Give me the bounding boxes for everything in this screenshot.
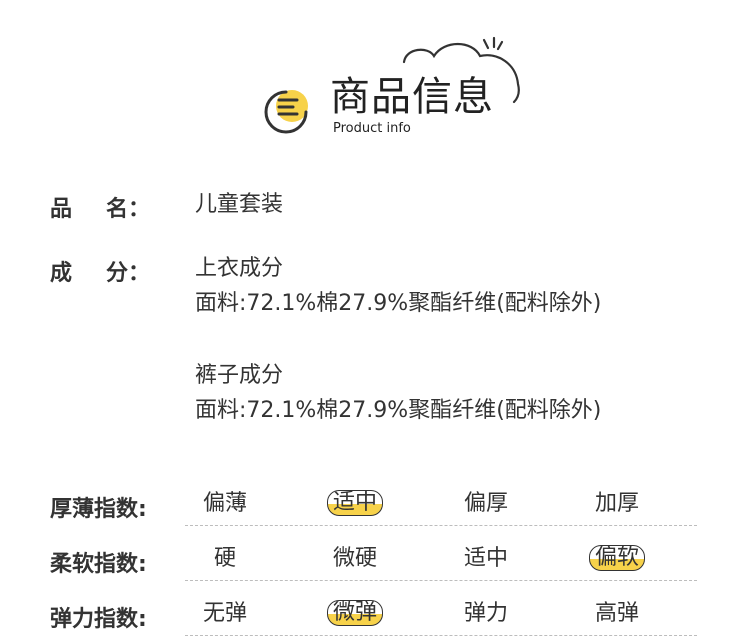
row-divider	[185, 525, 697, 526]
top-composition-title: 上衣成分	[195, 256, 284, 281]
section-header: 商品信息 Product info	[0, 0, 750, 150]
softness-option-4-selected: 偏软	[582, 545, 652, 579]
thickness-option-3: 偏厚	[463, 491, 508, 516]
thickness-index-label: 厚薄指数:	[50, 497, 147, 522]
composition-label-char2: 分：	[106, 261, 151, 286]
pants-composition-detail: 面料:72.1%棉27.9%聚酯纤维(配料除外)	[195, 398, 602, 423]
row-divider	[185, 580, 697, 581]
thickness-option-1: 偏薄	[202, 491, 247, 516]
product-name-label-char2: 名：	[106, 197, 151, 222]
thickness-option-4: 加厚	[594, 491, 639, 516]
thickness-option-2-selected: 适中	[320, 490, 390, 524]
softness-option-2: 微硬	[332, 546, 377, 571]
composition-label: 成 分：	[50, 255, 150, 287]
elasticity-option-3: 弹力	[463, 601, 508, 626]
pants-composition-title: 裤子成分	[195, 363, 284, 388]
document-icon	[264, 90, 308, 134]
section-title: 商品信息	[330, 74, 494, 120]
product-name-value: 儿童套装	[195, 192, 284, 217]
section-subtitle: Product info	[333, 121, 411, 136]
elasticity-index-label: 弹力指数:	[50, 607, 147, 632]
sparkle-icon	[482, 36, 504, 51]
elasticity-option-1: 无弹	[202, 601, 247, 626]
product-name-label-char1: 品	[50, 197, 73, 222]
elasticity-option-4: 高弹	[594, 601, 639, 626]
softness-option-3: 适中	[463, 546, 508, 571]
product-name-label: 品 名：	[50, 191, 150, 223]
top-composition-detail: 面料:72.1%棉27.9%聚酯纤维(配料除外)	[195, 291, 602, 316]
softness-option-1: 硬	[213, 546, 236, 571]
composition-label-char1: 成	[50, 261, 73, 286]
elasticity-option-2-selected: 微弹	[320, 600, 390, 634]
softness-index-label: 柔软指数:	[50, 552, 147, 577]
row-divider	[185, 635, 697, 636]
